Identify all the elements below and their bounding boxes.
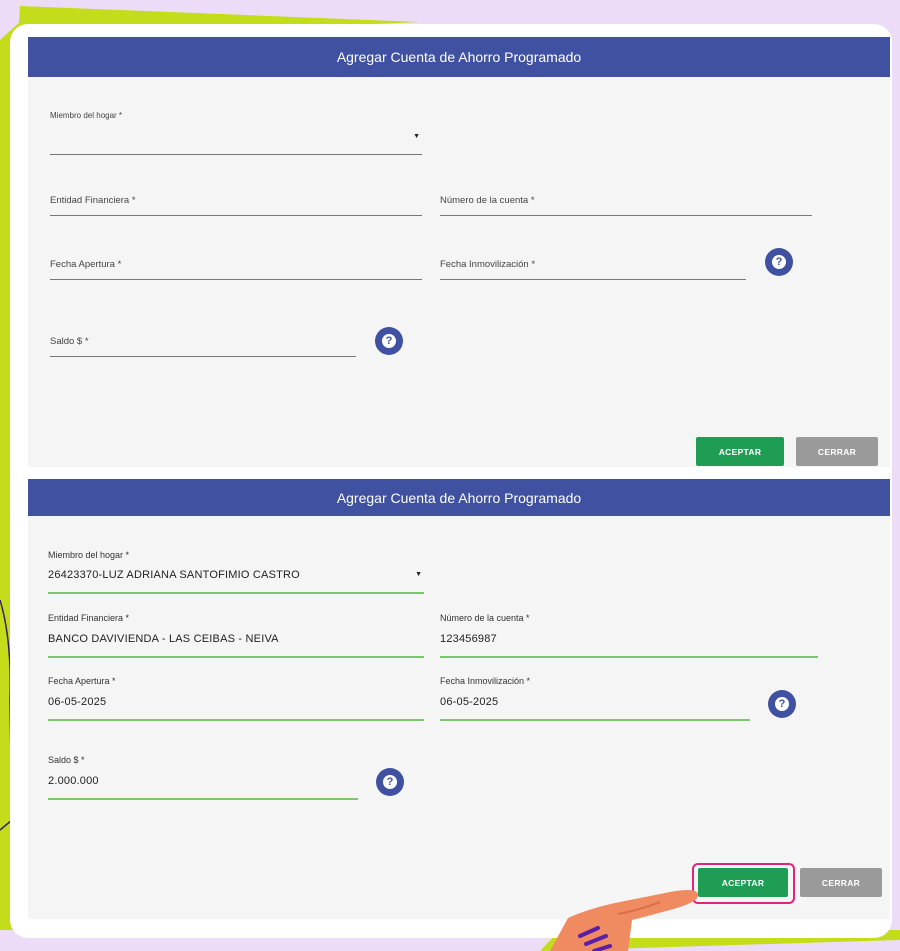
opening-date-input[interactable]: Fecha Apertura * bbox=[50, 251, 422, 281]
opening-date-label: Fecha Apertura * bbox=[50, 259, 122, 270]
entity-underline bbox=[48, 656, 424, 658]
close-button[interactable]: CERRAR bbox=[796, 437, 878, 466]
freeze-date-input[interactable]: Fecha Inmovilización * bbox=[440, 251, 746, 281]
member-underline bbox=[48, 592, 424, 594]
entity-label: Entidad Financiera * bbox=[48, 613, 130, 623]
member-select[interactable]: Miembro del hogar * ▼ bbox=[50, 107, 422, 157]
account-number-input[interactable]: Número de la cuenta * 123456987 bbox=[440, 609, 818, 659]
balance-underline bbox=[50, 356, 356, 357]
entity-value: BANCO DAVIVIENDA - LAS CEIBAS - NEIVA bbox=[48, 633, 279, 645]
opening-date-label: Fecha Apertura * bbox=[48, 676, 116, 686]
freeze-date-underline bbox=[440, 279, 746, 280]
member-label: Miembro del hogar * bbox=[50, 111, 123, 120]
member-underline bbox=[50, 154, 422, 155]
opening-date-underline bbox=[50, 279, 422, 280]
freeze-date-underline bbox=[440, 719, 750, 721]
pointing-hand-icon bbox=[550, 890, 699, 951]
entity-underline bbox=[50, 215, 422, 216]
help-circle-icon[interactable]: ? bbox=[765, 248, 793, 276]
close-button[interactable]: CERRAR bbox=[800, 868, 882, 897]
account-label: Número de la cuenta * bbox=[440, 195, 535, 206]
account-underline bbox=[440, 215, 812, 216]
accept-button[interactable]: ACEPTAR bbox=[696, 437, 784, 466]
balance-underline bbox=[48, 798, 358, 800]
account-underline bbox=[440, 656, 818, 658]
balance-input[interactable]: Saldo $ * bbox=[50, 328, 356, 358]
help-glyph: ? bbox=[772, 255, 786, 269]
freeze-date-label: Fecha Inmovilización * bbox=[440, 259, 536, 270]
entity-input[interactable]: Entidad Financiera * BANCO DAVIVIENDA - … bbox=[48, 609, 424, 659]
caret-down-icon: ▼ bbox=[413, 133, 420, 140]
help-circle-icon[interactable]: ? bbox=[768, 690, 796, 718]
freeze-date-label: Fecha Inmovilización * bbox=[440, 676, 531, 686]
form-title: Agregar Cuenta de Ahorro Programado bbox=[28, 37, 890, 77]
entity-input[interactable]: Entidad Financiera * bbox=[50, 187, 422, 217]
form-empty-panel: Agregar Cuenta de Ahorro Programado Miem… bbox=[28, 37, 890, 467]
help-glyph: ? bbox=[775, 697, 789, 711]
opening-date-value: 06-05-2025 bbox=[48, 696, 107, 708]
member-select[interactable]: Miembro del hogar * 26423370-LUZ ADRIANA… bbox=[48, 547, 424, 595]
help-circle-icon[interactable]: ? bbox=[375, 327, 403, 355]
account-value: 123456987 bbox=[440, 633, 497, 645]
help-glyph: ? bbox=[383, 775, 397, 789]
help-circle-icon[interactable]: ? bbox=[376, 768, 404, 796]
account-label: Número de la cuenta * bbox=[440, 613, 530, 623]
balance-input[interactable]: Saldo $ * 2.000.000 bbox=[48, 749, 358, 801]
balance-label: Saldo $ * bbox=[48, 755, 85, 765]
form-title: Agregar Cuenta de Ahorro Programado bbox=[28, 479, 890, 516]
freeze-date-value: 06-05-2025 bbox=[440, 696, 499, 708]
account-number-input[interactable]: Número de la cuenta * bbox=[440, 187, 812, 217]
caret-down-icon: ▼ bbox=[415, 571, 422, 578]
freeze-date-input[interactable]: Fecha Inmovilización * 06-05-2025 bbox=[440, 672, 750, 722]
member-value: 26423370-LUZ ADRIANA SANTOFIMIO CASTRO bbox=[48, 569, 300, 581]
entity-label: Entidad Financiera * bbox=[50, 195, 136, 206]
balance-label: Saldo $ * bbox=[50, 336, 89, 347]
opening-date-underline bbox=[48, 719, 424, 721]
form-filled-panel: Agregar Cuenta de Ahorro Programado Miem… bbox=[28, 479, 890, 919]
help-glyph: ? bbox=[382, 334, 396, 348]
balance-value: 2.000.000 bbox=[48, 775, 99, 787]
opening-date-input[interactable]: Fecha Apertura * 06-05-2025 bbox=[48, 672, 424, 722]
member-label: Miembro del hogar * bbox=[48, 550, 130, 560]
